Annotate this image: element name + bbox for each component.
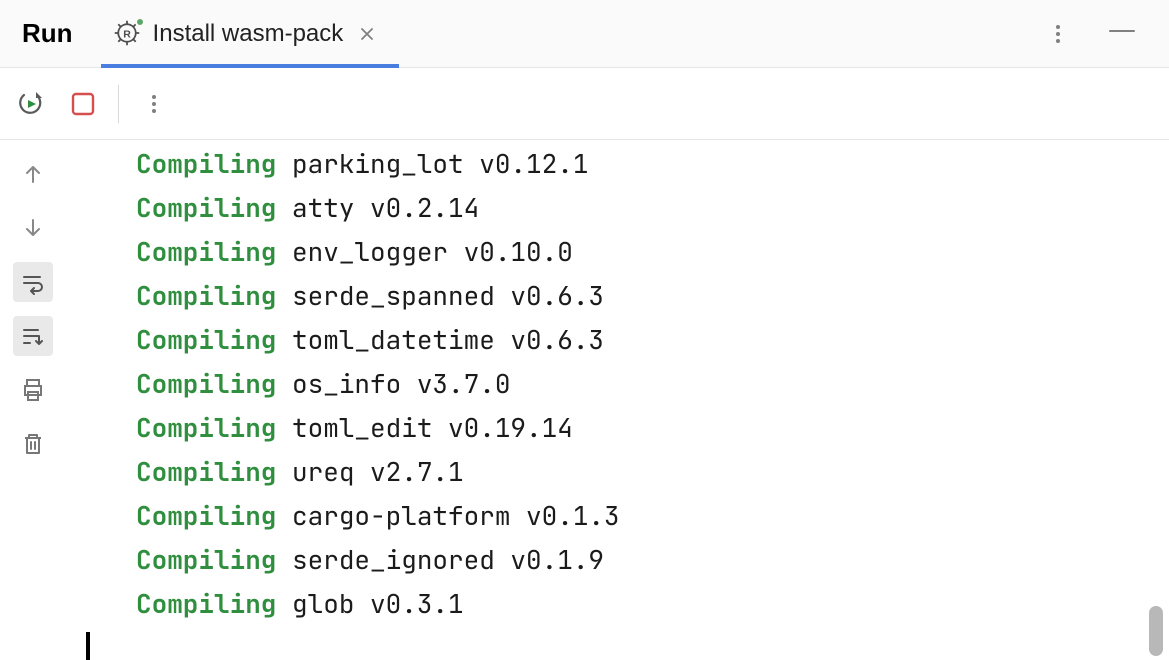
run-main-area: Compiling parking_lot v0.12.1 Compiling … (0, 140, 1169, 660)
compile-keyword: Compiling (136, 190, 276, 225)
console-sidebar (0, 140, 66, 660)
console-line: Compiling cargo-platform v0.1.3 (136, 494, 1169, 538)
console-output[interactable]: Compiling parking_lot v0.12.1 Compiling … (66, 140, 1169, 660)
scroll-down-button[interactable] (13, 208, 53, 248)
console-line: Compiling os_info v3.7.0 (136, 362, 1169, 406)
console-line: Compiling glob v0.3.1 (136, 582, 1169, 626)
console-line: Compiling serde_ignored v0.1.9 (136, 538, 1169, 582)
compile-keyword: Compiling (136, 234, 276, 269)
kebab-icon (1046, 22, 1070, 46)
tab-close-button[interactable] (353, 20, 381, 48)
tab-title: Install wasm-pack (153, 20, 344, 48)
console-line: Compiling atty v0.2.14 (136, 186, 1169, 230)
compile-keyword: Compiling (136, 278, 276, 313)
compile-target: ureq v2.7.1 (292, 454, 464, 489)
compile-keyword: Compiling (136, 542, 276, 577)
compile-keyword: Compiling (136, 366, 276, 401)
compile-target: os_info v3.7.0 (292, 366, 510, 401)
trash-icon (20, 431, 46, 457)
clear-all-button[interactable] (13, 424, 53, 464)
compile-target: atty v0.2.14 (292, 190, 479, 225)
toolbar-more-button[interactable] (137, 87, 171, 121)
compile-target: env_logger v0.10.0 (292, 234, 573, 269)
hide-tool-window-button[interactable] (1105, 17, 1139, 51)
running-indicator-dot (135, 17, 145, 27)
svg-text:R: R (123, 28, 131, 40)
more-options-button[interactable] (1041, 17, 1075, 51)
tab-install-wasm-pack[interactable]: R Install wasm-pack (101, 0, 400, 67)
console-line: Compiling toml_datetime v0.6.3 (136, 318, 1169, 362)
compile-target: toml_edit v0.19.14 (292, 410, 573, 445)
stop-icon (69, 90, 97, 118)
rerun-icon (16, 89, 46, 119)
compile-keyword: Compiling (136, 322, 276, 357)
scroll-to-end-button[interactable] (13, 316, 53, 356)
console-line: Compiling ureq v2.7.1 (136, 450, 1169, 494)
vertical-scrollbar-thumb[interactable] (1149, 606, 1163, 656)
minimize-icon (1109, 30, 1135, 32)
compile-target: parking_lot v0.12.1 (292, 146, 588, 181)
console-line: Compiling toml_edit v0.19.14 (136, 406, 1169, 450)
compile-keyword: Compiling (136, 586, 276, 621)
rerun-button[interactable] (14, 87, 48, 121)
compile-keyword: Compiling (136, 410, 276, 445)
scroll-up-button[interactable] (13, 154, 53, 194)
compile-keyword: Compiling (136, 498, 276, 533)
console-line: Compiling parking_lot v0.12.1 (136, 142, 1169, 186)
arrow-up-icon (21, 162, 45, 186)
arrow-down-icon (21, 216, 45, 240)
run-toolbar (0, 68, 1169, 140)
print-icon (20, 377, 46, 403)
scroll-to-end-icon (20, 323, 46, 349)
soft-wrap-button[interactable] (13, 262, 53, 302)
print-button[interactable] (13, 370, 53, 410)
compile-target: glob v0.3.1 (292, 586, 464, 621)
compile-target: cargo-platform v0.1.3 (292, 498, 620, 533)
active-tab-underline (101, 64, 400, 68)
stop-button[interactable] (66, 87, 100, 121)
rust-icon: R (113, 19, 143, 49)
text-cursor (86, 632, 90, 660)
compile-keyword: Compiling (136, 146, 276, 181)
compile-target: serde_ignored v0.1.9 (292, 542, 604, 577)
run-tool-window-header: Run R (0, 0, 1169, 68)
compile-keyword: Compiling (136, 454, 276, 489)
console-line: Compiling serde_spanned v0.6.3 (136, 274, 1169, 318)
kebab-icon (142, 92, 166, 116)
soft-wrap-icon (20, 269, 46, 295)
compile-target: toml_datetime v0.6.3 (292, 322, 604, 357)
tool-window-title: Run (0, 18, 101, 49)
toolbar-divider (118, 85, 119, 123)
close-icon (359, 26, 375, 42)
console-line: Compiling env_logger v0.10.0 (136, 230, 1169, 274)
compile-target: serde_spanned v0.6.3 (292, 278, 604, 313)
